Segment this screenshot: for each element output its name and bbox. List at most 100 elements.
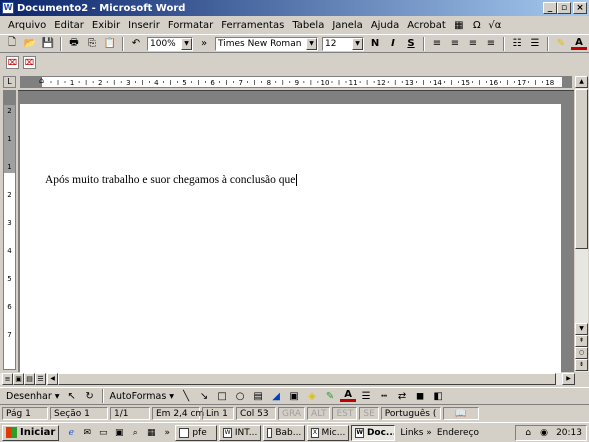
next-page-button[interactable]: ⇟ [575, 359, 588, 371]
rectangle-icon[interactable]: □ [214, 389, 230, 404]
outlook-icon[interactable]: ✉ [80, 426, 94, 440]
browse-object-button[interactable]: ○ [575, 347, 588, 359]
vertical-ruler[interactable]: 2 1 1 2 3 4 5 6 7 [3, 90, 16, 370]
chevron-down-icon[interactable]: ▼ [306, 37, 317, 50]
3d-icon[interactable]: ◧ [430, 389, 446, 404]
bold-button[interactable]: N [367, 36, 383, 51]
font-size-select[interactable]: 12 ▼ [322, 36, 364, 51]
dash-style-icon[interactable]: ┅ [376, 389, 392, 404]
menu-ajuda[interactable]: Ajuda [367, 20, 403, 31]
task-bab[interactable]: Bab... [263, 424, 306, 441]
autoshapes-menu[interactable]: AutoFormas ▾ [107, 391, 178, 402]
horizontal-scroll-thumb[interactable] [58, 373, 556, 385]
menu-exibir[interactable]: Exibir [88, 20, 124, 31]
convert-to-pdf-icon[interactable]: ⌧ [6, 55, 19, 69]
toolbar-more-button[interactable]: » [196, 36, 212, 51]
outline-view-icon[interactable]: ☰ [35, 373, 46, 385]
task-int[interactable]: W INT... [219, 424, 262, 441]
task-pfe[interactable]: pfe [175, 424, 218, 441]
document-page[interactable] [20, 104, 561, 374]
scroll-right-button[interactable]: ▶ [562, 373, 575, 385]
scroll-left-button[interactable]: ◀ [47, 373, 58, 385]
highlight-icon[interactable]: ✎ [553, 36, 569, 51]
chevron-down-icon[interactable]: ▼ [181, 37, 192, 50]
print-layout-icon[interactable]: ▤ [24, 373, 35, 385]
line-color-icon[interactable]: ✎ [322, 389, 338, 404]
quicklaunch-more[interactable]: » [160, 426, 174, 440]
status-overtype[interactable]: SE [359, 407, 379, 420]
menu-janela[interactable]: Janela [328, 20, 366, 31]
vertical-scroll-thumb[interactable] [575, 89, 588, 249]
font-color-icon[interactable]: A [340, 389, 357, 402]
web-view-icon[interactable]: ▣ [13, 373, 24, 385]
internet-explorer-icon[interactable]: ℯ [64, 426, 78, 440]
normal-view-icon[interactable]: ≡ [2, 373, 13, 385]
menu-arquivo[interactable]: Arquivo [4, 20, 50, 31]
omega-symbol-button[interactable]: Ω [469, 18, 485, 33]
vertical-scrollbar[interactable]: ▲ ▼ ⇞ ○ ⇟ [575, 76, 588, 372]
status-record-macro[interactable]: GRA [278, 407, 306, 420]
wordart-icon[interactable]: ◢ [268, 389, 284, 404]
line-style-icon[interactable]: ☰ [358, 389, 374, 404]
chevron-down-icon[interactable]: ▼ [352, 37, 363, 50]
font-select[interactable]: Times New Roman ▼ [215, 36, 318, 51]
tab-selector[interactable]: L [3, 76, 16, 88]
desktop-icon[interactable]: ▭ [96, 426, 110, 440]
search-icon[interactable]: ⌕ [128, 426, 142, 440]
align-center-icon[interactable]: ≡ [447, 36, 463, 51]
arrow-style-icon[interactable]: ⇄ [394, 389, 410, 404]
equation-button[interactable]: √α [487, 18, 503, 33]
bullet-list-icon[interactable]: ☰ [527, 36, 543, 51]
task-mic[interactable]: X Mic... [307, 424, 350, 441]
italic-button[interactable]: I [385, 36, 401, 51]
copy-icon[interactable]: ⎘ [84, 36, 100, 51]
print-icon[interactable]: 🖶 [66, 36, 82, 51]
address-toolbar[interactable]: Endereço [437, 428, 479, 438]
free-rotate-icon[interactable]: ↻ [82, 389, 98, 404]
save-icon[interactable]: 💾 [40, 36, 56, 51]
status-track-changes[interactable]: ALT [307, 407, 331, 420]
indent-marker-icon[interactable]: ⌂ [39, 77, 44, 85]
calendar-icon[interactable]: ▦ [144, 426, 158, 440]
open-folder-icon[interactable]: 📂 [22, 36, 38, 51]
underline-button[interactable]: S [403, 36, 419, 51]
paste-icon[interactable]: 📋 [102, 36, 118, 51]
scroll-up-button[interactable]: ▲ [575, 76, 588, 88]
network-icon[interactable]: ⌂ [521, 426, 535, 440]
menu-editar[interactable]: Editar [50, 20, 88, 31]
menu-tabela[interactable]: Tabela [288, 20, 328, 31]
status-extend[interactable]: EST [332, 407, 358, 420]
undo-icon[interactable]: ↶ [128, 36, 144, 51]
select-objects-icon[interactable]: ↖ [64, 389, 80, 404]
clipart-icon[interactable]: ▣ [286, 389, 302, 404]
start-button[interactable]: Iniciar [2, 424, 60, 441]
new-document-icon[interactable]: 🗋 [4, 36, 20, 51]
line-icon[interactable]: ╲ [178, 389, 194, 404]
scroll-down-button[interactable]: ▼ [575, 323, 588, 335]
numbered-list-icon[interactable]: ☷ [509, 36, 525, 51]
table-grid-icon[interactable]: ▦ [451, 18, 467, 33]
zoom-select[interactable]: 100% ▼ [147, 36, 193, 51]
align-left-icon[interactable]: ≡ [429, 36, 445, 51]
spelling-status-icon[interactable]: 📖 [442, 407, 479, 420]
horizontal-scrollbar[interactable]: ◀ ▶ [0, 373, 575, 385]
shadow-icon[interactable]: ◼ [412, 389, 428, 404]
font-color-icon[interactable]: A [571, 37, 587, 50]
text-box-icon[interactable]: ▤ [250, 389, 266, 404]
previous-page-button[interactable]: ⇞ [575, 335, 588, 347]
minimize-button[interactable]: _ [543, 2, 557, 14]
draw-menu[interactable]: Desenhar ▾ [3, 391, 63, 402]
oval-icon[interactable]: ○ [232, 389, 248, 404]
task-doc[interactable]: W Doc... [351, 424, 396, 441]
menu-inserir[interactable]: Inserir [124, 20, 164, 31]
word-app-icon[interactable]: W [2, 2, 14, 14]
fill-color-icon[interactable]: ◈ [304, 389, 320, 404]
tray-app-icon[interactable]: ◉ [537, 426, 551, 440]
arrow-icon[interactable]: ↘ [196, 389, 212, 404]
maximize-button[interactable]: ▫ [557, 2, 571, 14]
pdf-email-icon[interactable]: ⌧ [23, 55, 36, 69]
close-button[interactable]: × [573, 2, 587, 14]
menu-acrobat[interactable]: Acrobat [403, 20, 450, 31]
links-toolbar[interactable]: Links » [400, 428, 432, 438]
media-icon[interactable]: ▣ [112, 426, 126, 440]
